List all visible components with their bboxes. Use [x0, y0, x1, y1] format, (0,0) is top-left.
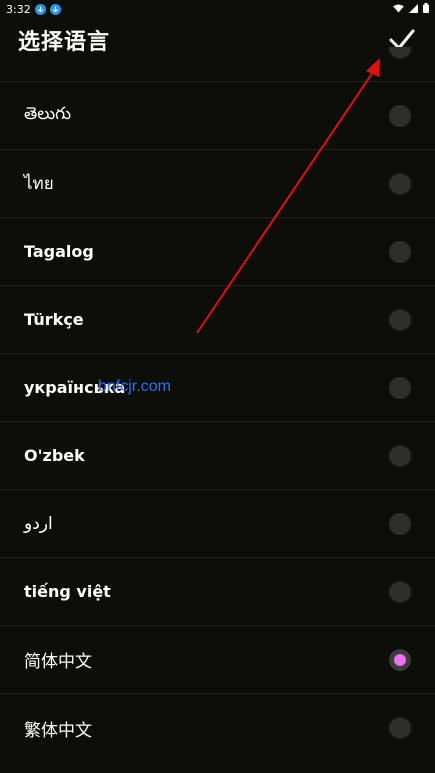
- signal-icon: [409, 3, 418, 16]
- language-label: Tagalog: [24, 242, 94, 261]
- wifi-icon: [393, 3, 404, 16]
- radio-button[interactable]: [389, 308, 411, 331]
- language-label: tiếng việt: [24, 582, 111, 601]
- download-icon: [49, 3, 61, 15]
- list-item[interactable]: ไทย: [0, 150, 435, 218]
- language-label: Türkçe: [24, 310, 84, 329]
- radio-button-selected[interactable]: [389, 648, 411, 671]
- language-list[interactable]: తెలుగు ไทย Tagalog Türkçe українська O'z…: [0, 47, 435, 773]
- list-item[interactable]: 繁体中文: [0, 694, 435, 762]
- list-item[interactable]: O'zbek: [0, 422, 435, 490]
- watermark: bnfcjr.com: [98, 378, 171, 395]
- status-bar: 3:32: [0, 0, 435, 18]
- radio-button[interactable]: [389, 512, 411, 535]
- language-label: O'zbek: [24, 446, 85, 465]
- status-left: 3:32: [6, 3, 61, 16]
- radio-button[interactable]: [389, 47, 411, 59]
- language-label: ไทย: [24, 174, 54, 194]
- language-label: తెలుగు: [24, 103, 71, 124]
- list-item[interactable]: తెలుగు: [0, 82, 435, 150]
- status-time: 3:32: [6, 2, 31, 16]
- status-right: [393, 2, 429, 16]
- list-item[interactable]: اردو: [0, 490, 435, 558]
- list-item[interactable]: Tagalog: [0, 218, 435, 286]
- language-rows: తెలుగు ไทย Tagalog Türkçe українська O'z…: [0, 82, 435, 762]
- list-item[interactable]: 简体中文: [0, 626, 435, 694]
- radio-button[interactable]: [389, 717, 411, 739]
- language-label: 简体中文: [24, 652, 92, 672]
- list-item-partial[interactable]: [0, 47, 435, 82]
- radio-button[interactable]: [389, 376, 411, 399]
- radio-button[interactable]: [389, 172, 411, 195]
- list-item[interactable]: українська: [0, 354, 435, 422]
- radio-button[interactable]: [389, 104, 411, 127]
- language-label: اردو: [24, 513, 53, 534]
- language-label: 繁体中文: [24, 720, 92, 741]
- download-icon: [34, 3, 46, 15]
- list-item[interactable]: Türkçe: [0, 286, 435, 354]
- radio-button[interactable]: [389, 444, 411, 467]
- radio-button[interactable]: [389, 240, 411, 263]
- battery-icon: [423, 2, 429, 16]
- list-item[interactable]: tiếng việt: [0, 558, 435, 626]
- radio-button[interactable]: [389, 580, 411, 603]
